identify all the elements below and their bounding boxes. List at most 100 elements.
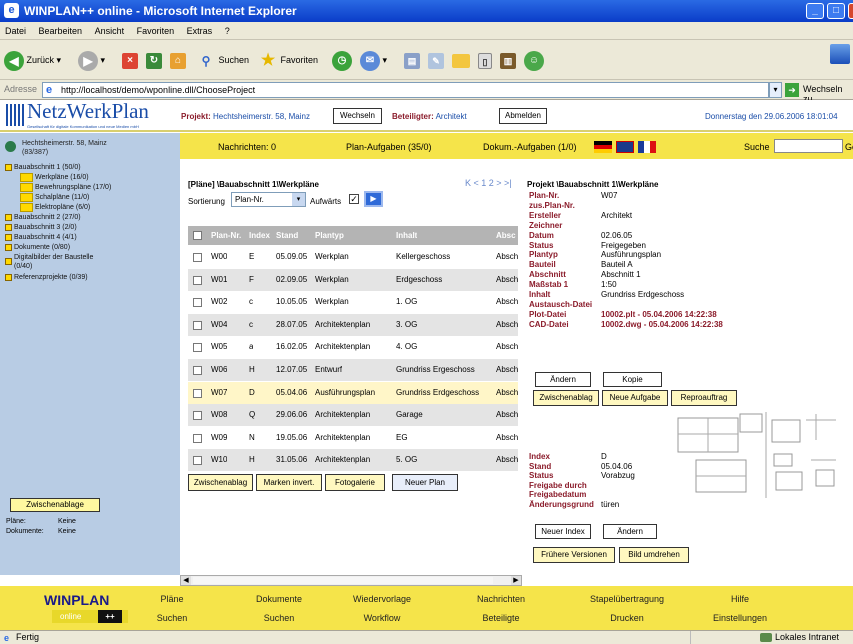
zwischenablage-list-button[interactable]: Zwischenablag — [188, 474, 253, 491]
row-checkbox[interactable] — [193, 320, 202, 330]
nachrichten-link[interactable]: Nachrichten: 0 — [218, 142, 276, 152]
wechseln-button[interactable]: Wechseln — [333, 108, 382, 124]
sort-go-button[interactable]: ▶ — [364, 191, 383, 207]
menu-extras[interactable]: Extras — [182, 22, 218, 40]
scroll-right-icon[interactable]: ▶ — [511, 576, 521, 585]
back-button[interactable]: ◀ Zurück ▾ — [4, 49, 61, 71]
sort-select[interactable]: Plan-Nr. ▾ — [231, 192, 306, 207]
zwischenablage-button[interactable]: Zwischenablage — [10, 498, 100, 512]
menu-datei[interactable]: Datei — [0, 22, 31, 40]
search-go-button[interactable]: Go — [845, 142, 853, 152]
footer-link-4[interactable]: Stapelübertragung — [577, 594, 677, 604]
scroll-thumb[interactable] — [193, 577, 493, 584]
table-row[interactable]: W05 a 16.02.05 Architektenplan 4. OG Absch — [188, 336, 518, 359]
row-checkbox[interactable] — [193, 366, 202, 375]
footer-link-5[interactable]: Hilfe — [690, 594, 790, 604]
menu-ansicht[interactable]: Ansicht — [90, 22, 130, 40]
detail-field-value[interactable]: 10002.dwg - 05.04.2006 14:22:38 — [601, 320, 723, 329]
french-flag-icon[interactable] — [638, 141, 656, 153]
address-input[interactable]: http://localhost/demo/wponline.dll/Choos… — [42, 82, 769, 98]
table-row[interactable]: W02 c 10.05.05 Werkplan 1. OG Absch — [188, 291, 518, 314]
tree-item[interactable]: Bauabschnitt 4 (4/1) — [5, 233, 77, 242]
row-checkbox[interactable] — [193, 253, 202, 262]
col-plan-nr[interactable]: Plan-Nr. — [211, 231, 241, 240]
table-row[interactable]: W07 D 05.04.06 Ausführungsplan Grundriss Erd… — [188, 381, 518, 404]
research-button[interactable]: ▥ — [500, 49, 516, 71]
tree-root[interactable]: Hechtsheimerstr. 58, Mainz (83/387) — [22, 139, 107, 157]
tree-item[interactable]: Bauabschnitt 2 (27/0) — [5, 213, 81, 222]
messenger-button[interactable]: ☺ — [524, 49, 544, 71]
aufwaerts-checkbox[interactable]: ✓ — [349, 194, 359, 204]
table-row[interactable]: W10 H 31.05.06 Architektenplan 5. OG Absch — [188, 449, 518, 472]
col-plantyp[interactable]: Plantyp — [315, 231, 344, 240]
favorites-button[interactable]: ★ Favoriten — [258, 49, 318, 71]
kopie-button[interactable]: Kopie — [603, 372, 662, 387]
select-all-checkbox[interactable] — [193, 231, 202, 240]
aendern-button[interactable]: Ändern — [535, 372, 591, 387]
stop-button[interactable]: × — [122, 49, 138, 71]
footer-link-row2-3[interactable]: Beteiligte — [451, 613, 551, 623]
footer-link-row2-5[interactable]: Einstellungen — [690, 613, 790, 623]
menu-help[interactable]: ? — [220, 22, 235, 40]
col-stand[interactable]: Stand — [276, 231, 298, 240]
menu-bearbeiten[interactable]: Bearbeiten — [34, 22, 88, 40]
aendern-index-button[interactable]: Ändern — [603, 524, 657, 539]
table-row[interactable]: W04 c 28.07.05 Architektenplan 3. OG Absch — [188, 313, 518, 336]
horizontal-scrollbar[interactable]: ◀ ▶ — [180, 575, 522, 586]
refresh-button[interactable]: ↻ — [146, 49, 162, 71]
reproauftrag-button[interactable]: Reproauftrag — [671, 390, 737, 406]
table-row[interactable]: W08 Q 29.06.06 Architektenplan Garage Absch — [188, 404, 518, 427]
row-checkbox[interactable] — [193, 411, 202, 421]
footer-link-2[interactable]: Wiedervorlage — [332, 594, 432, 604]
footer-link-1[interactable]: Dokumente — [229, 594, 329, 604]
menu-favoriten[interactable]: Favoriten — [132, 22, 180, 40]
neue-aufgabe-button[interactable]: Neue Aufgabe — [602, 390, 668, 406]
row-checkbox[interactable] — [193, 343, 202, 353]
neuer-index-button[interactable]: Neuer Index — [535, 524, 591, 539]
abmelden-button[interactable]: Abmelden — [499, 108, 547, 124]
print-button[interactable]: ▤ — [404, 49, 420, 71]
uk-flag-icon[interactable] — [616, 141, 634, 153]
row-checkbox[interactable] — [193, 298, 202, 308]
discuss-button[interactable]: ▯ — [478, 49, 492, 71]
tree-item[interactable]: Bauabschnitt 1 (50/0) — [5, 163, 81, 172]
pager[interactable]: K < 1 2 > >| — [465, 178, 512, 188]
tree-item[interactable]: Elektropläne (6/0) — [20, 203, 90, 212]
home-button[interactable]: ⌂ — [170, 49, 186, 71]
tree-item[interactable]: Bauabschnitt 3 (2/0) — [5, 223, 77, 232]
tree-item[interactable]: Schalpläne (11/0) — [20, 193, 89, 202]
folder-button[interactable] — [452, 49, 470, 71]
tree-item[interactable]: Referenzprojekte (0/39) — [5, 273, 88, 282]
footer-link-row2-0[interactable]: Suchen — [122, 613, 222, 623]
footer-link-row2-4[interactable]: Drucken — [577, 613, 677, 623]
neuer-plan-button[interactable]: Neuer Plan — [392, 474, 458, 491]
minimize-icon[interactable]: _ — [806, 3, 824, 19]
close-icon[interactable]: × — [848, 3, 853, 19]
footer-link-0[interactable]: Pläne — [122, 594, 222, 604]
tree-item[interactable]: Werkpläne (16/0) — [20, 173, 89, 182]
footer-link-row2-2[interactable]: Workflow — [332, 613, 432, 623]
table-row[interactable]: W01 F 02.09.05 Werkplan Erdgeschoss Absch — [188, 268, 518, 291]
footer-link-3[interactable]: Nachrichten — [451, 594, 551, 604]
footer-link-row2-1[interactable]: Suchen — [229, 613, 329, 623]
history-button[interactable]: ◷ — [332, 49, 352, 71]
plan-thumbnail[interactable] — [676, 410, 844, 500]
col-index[interactable]: Index — [249, 231, 270, 240]
detail-field-value[interactable]: 10002.plt - 05.04.2006 14:22:38 — [601, 310, 717, 319]
tree-item[interactable]: Digitalbilder der Baustelle (0/40) — [5, 253, 93, 271]
row-checkbox[interactable] — [193, 388, 202, 398]
search-button[interactable]: ⚲ Suchen — [196, 49, 249, 71]
table-row[interactable]: W06 H 12.07.05 Entwurf Grundriss Ergeschoss A… — [188, 359, 518, 381]
mail-button[interactable]: ✉ ▾ — [360, 49, 387, 71]
search-input[interactable] — [774, 139, 843, 153]
tree-item[interactable]: Bewehrungspläne (17/0) — [20, 183, 111, 192]
row-checkbox[interactable] — [193, 275, 202, 285]
maximize-icon[interactable]: □ — [827, 3, 845, 19]
plan-aufgaben-link[interactable]: Plan-Aufgaben (35/0) — [346, 142, 432, 152]
go-arrow-icon[interactable]: ➜ — [785, 83, 799, 97]
row-checkbox[interactable] — [193, 456, 202, 466]
dokum-aufgaben-link[interactable]: Dokum.-Aufgaben (1/0) — [483, 142, 577, 152]
col-absc[interactable]: Absc — [496, 231, 518, 240]
scroll-left-icon[interactable]: ◀ — [181, 576, 191, 585]
table-row[interactable]: W09 N 19.05.06 Architektenplan EG Absch — [188, 426, 518, 449]
